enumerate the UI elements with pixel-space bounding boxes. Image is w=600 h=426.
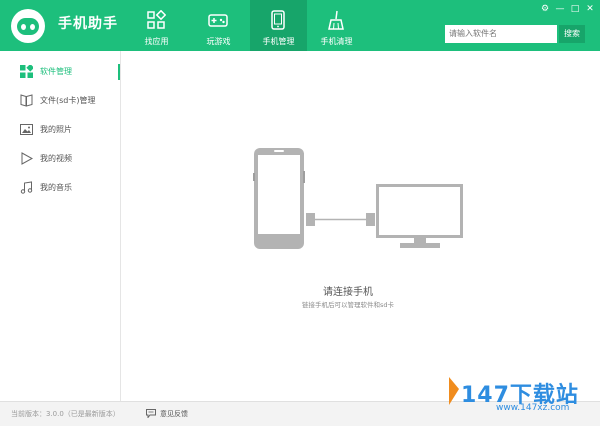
sidebar-item-music[interactable]: 我的音乐: [0, 174, 120, 202]
version-text: 当前版本：3.0.0（已是最新版本）: [11, 410, 120, 418]
tab-play-games[interactable]: 玩游戏: [190, 0, 247, 51]
tab-phone-clean[interactable]: 手机清理: [308, 0, 365, 51]
feedback-icon: [146, 409, 156, 418]
settings-icon[interactable]: ⚙: [539, 4, 551, 14]
minimize-button[interactable]: —: [554, 4, 566, 14]
connect-phone-illustration: [253, 148, 463, 249]
phone-illustration: [253, 148, 305, 249]
sidebar-item-label: 软件管理: [40, 67, 72, 76]
tab-phone-manage[interactable]: 手机管理: [250, 0, 307, 51]
gamepad-icon: [208, 14, 228, 27]
maximize-button[interactable]: □: [569, 4, 581, 14]
tab-label: 手机清理: [320, 37, 353, 46]
tab-label: 找应用: [144, 37, 169, 46]
sidebar: 软件管理 文件(sd卡)管理 我的照片 我的视频 我的音乐: [0, 51, 121, 401]
connect-phone-subtitle: 链接手机后可以管理软件和sd卡: [301, 301, 394, 309]
play-icon: [21, 152, 33, 165]
sidebar-item-label: 我的音乐: [40, 183, 72, 192]
tab-find-apps[interactable]: 找应用: [128, 0, 185, 51]
active-indicator: [118, 64, 120, 80]
app-logo: [11, 9, 45, 43]
search-button[interactable]: 搜索: [559, 25, 585, 43]
grid-icon: [20, 65, 33, 78]
tab-label: 玩游戏: [206, 37, 231, 46]
monitor-illustration: [376, 184, 463, 248]
apps-grid-icon: [147, 10, 166, 29]
feedback-label: 意见反馈: [160, 410, 188, 418]
watermark-logo: [449, 377, 459, 405]
image-icon: [20, 124, 33, 135]
sidebar-item-videos[interactable]: 我的视频: [0, 145, 120, 173]
cable-illustration: [306, 213, 375, 226]
music-note-icon: [20, 181, 33, 194]
search-input[interactable]: [445, 25, 557, 43]
phone-icon: [271, 10, 285, 30]
tab-label: 手机管理: [262, 37, 295, 46]
sidebar-item-label: 我的视频: [40, 154, 72, 163]
broom-icon: [328, 10, 344, 30]
sidebar-item-software[interactable]: 软件管理: [0, 58, 120, 86]
sidebar-item-files[interactable]: 文件(sd卡)管理: [0, 87, 120, 115]
watermark-url: www.147xz.com: [496, 403, 570, 413]
sidebar-item-label: 我的照片: [40, 125, 72, 134]
close-button[interactable]: ✕: [584, 4, 596, 14]
title-bar: 手机助手 找应用 玩游戏 手机管理 手机清理 ⚙ — □ ✕ 请输入软件名 搜索: [0, 0, 600, 51]
book-icon: [20, 94, 33, 107]
sidebar-item-label: 文件(sd卡)管理: [40, 96, 96, 105]
app-title: 手机助手: [58, 16, 118, 32]
connect-phone-title: 请连接手机: [323, 287, 373, 298]
sidebar-item-photos[interactable]: 我的照片: [0, 116, 120, 144]
